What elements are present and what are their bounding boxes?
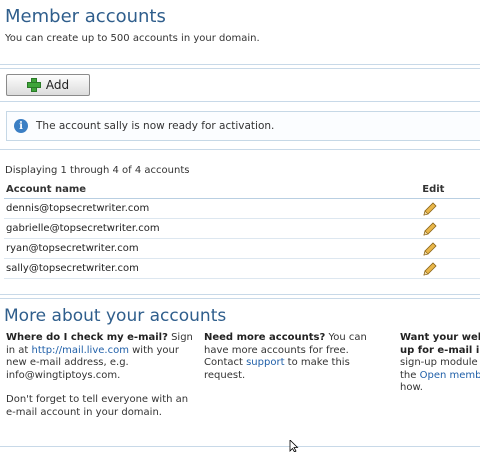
help-paragraph: Need more accounts? You can have more ac… xyxy=(204,332,390,382)
account-email: gabrielle@topsecretwriter.com xyxy=(4,218,421,239)
plus-icon xyxy=(26,78,41,92)
divider xyxy=(0,149,480,150)
status-notice: i The account sally is now ready for act… xyxy=(6,111,480,141)
pencil-icon[interactable] xyxy=(422,261,438,276)
help-heading: Where do I check my e-mail? xyxy=(6,332,168,343)
table-row: sally@topsecretwriter.com xyxy=(4,258,480,279)
edit-cell xyxy=(420,218,480,239)
page-subtitle: You can create up to 500 accounts in you… xyxy=(5,33,260,44)
notice-text: The account sally is now ready for activ… xyxy=(36,120,275,132)
divider xyxy=(0,101,480,102)
help-text: how. xyxy=(400,382,423,393)
help-column-website-signup: Want your webs up for e-mail in sign-up … xyxy=(400,332,480,395)
add-account-button[interactable]: Add xyxy=(6,74,90,96)
help-paragraph: Don't forget to tell everyone with an e-… xyxy=(6,394,189,418)
table-row: gabrielle@topsecretwriter.com xyxy=(4,218,480,239)
help-heading: Want your webs xyxy=(400,332,480,343)
help-paragraph: Where do I check my e-mail? Sign in at h… xyxy=(6,332,196,382)
divider xyxy=(0,294,480,295)
pencil-icon[interactable] xyxy=(422,201,438,216)
pencil-icon[interactable] xyxy=(422,241,438,256)
section-title: More about your accounts xyxy=(4,306,227,326)
page-title: Member accounts xyxy=(5,6,166,27)
table-row: dennis@topsecretwriter.com xyxy=(4,198,480,219)
edit-cell xyxy=(420,238,480,259)
results-count: Displaying 1 through 4 of 4 accounts xyxy=(5,165,190,176)
help-column-check-email: Where do I check my e-mail? Sign in at h… xyxy=(6,332,196,431)
table-row: ryan@topsecretwriter.com xyxy=(4,238,480,259)
pencil-icon[interactable] xyxy=(422,221,438,236)
edit-cell xyxy=(420,198,480,219)
divider xyxy=(0,64,480,65)
account-email: sally@topsecretwriter.com xyxy=(4,258,421,279)
info-icon: i xyxy=(14,119,28,133)
divider xyxy=(0,68,480,69)
help-text: the Open memb xyxy=(400,369,480,381)
help-heading: up for e-mail in xyxy=(400,344,480,356)
mail-live-link[interactable]: http://mail.live.com xyxy=(32,345,129,356)
account-email: ryan@topsecretwriter.com xyxy=(4,238,421,259)
column-header-account-name: Account name xyxy=(4,180,421,199)
support-link[interactable]: support xyxy=(246,357,284,368)
help-text: sign-up module xyxy=(400,357,478,368)
edit-cell xyxy=(420,258,480,279)
column-header-edit: Edit xyxy=(420,180,480,199)
account-email: dennis@topsecretwriter.com xyxy=(4,198,421,219)
table-header-row: Account name Edit xyxy=(4,180,480,199)
mouse-cursor-icon xyxy=(289,440,299,452)
accounts-table: Account name Edit dennis@topsecretwriter… xyxy=(4,180,480,279)
add-button-label: Add xyxy=(45,78,70,92)
divider xyxy=(0,446,480,447)
open-membership-link[interactable]: Open memb xyxy=(420,370,480,381)
divider xyxy=(0,298,480,299)
help-column-more-accounts: Need more accounts? You can have more ac… xyxy=(204,332,390,394)
help-heading: Need more accounts? xyxy=(204,332,326,343)
